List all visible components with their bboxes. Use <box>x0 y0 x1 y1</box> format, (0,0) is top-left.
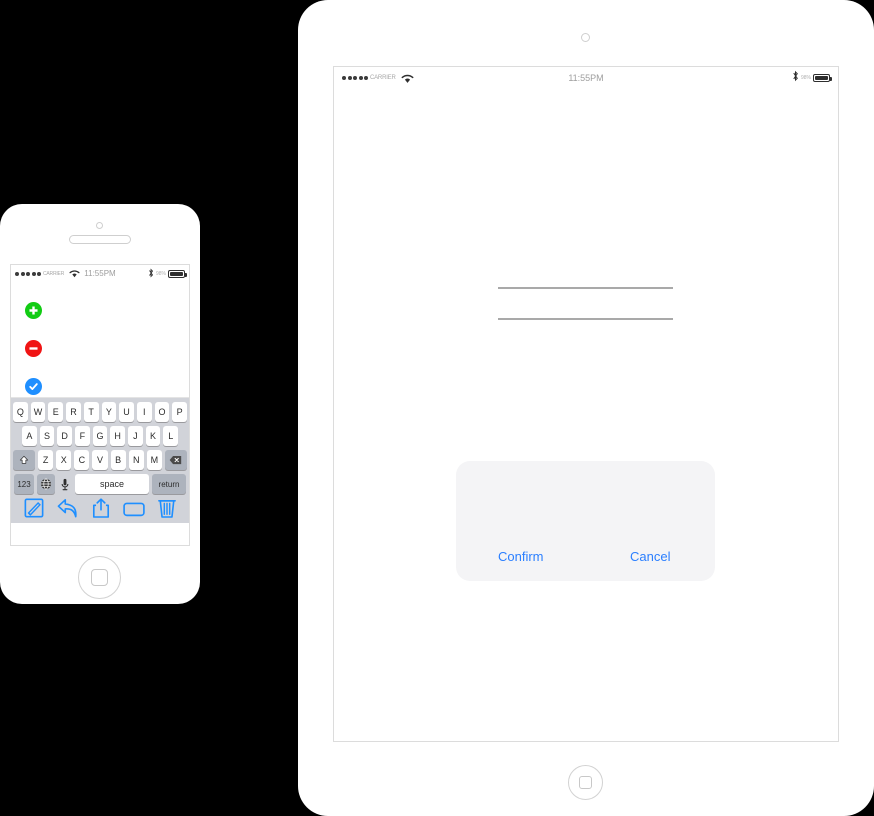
key-t[interactable]: T <box>83 402 99 422</box>
iphone-carrier-label: CARRIER <box>43 270 65 277</box>
ipad-screen: CARRIER 11:55PM 98% Confirm Cancel <box>333 66 839 742</box>
home-button-square-icon <box>91 569 108 586</box>
key-l[interactable]: L <box>163 426 179 446</box>
remove-circle-icon[interactable] <box>25 340 42 357</box>
ipad-home-button[interactable] <box>568 765 603 800</box>
trash-icon[interactable] <box>158 498 177 523</box>
battery-icon <box>813 74 832 82</box>
key-q[interactable]: Q <box>12 402 28 422</box>
key-j[interactable]: J <box>128 426 143 446</box>
ipad-status-right-group: 98% <box>792 69 832 87</box>
key-p[interactable]: P <box>172 402 188 422</box>
share-icon[interactable] <box>92 498 110 523</box>
iphone-bottom-toolbar <box>13 498 187 523</box>
key-m[interactable]: M <box>146 450 162 470</box>
home-button-square-icon <box>579 776 592 789</box>
iphone-signal-strength-icon <box>15 271 41 276</box>
wifi-icon <box>401 73 414 84</box>
key-e[interactable]: E <box>48 402 64 422</box>
key-r[interactable]: R <box>66 402 81 422</box>
confirm-button[interactable]: Confirm <box>456 549 586 564</box>
ipad-content-area: Confirm Cancel <box>334 89 838 741</box>
compose-icon[interactable] <box>24 498 44 523</box>
key-d[interactable]: D <box>57 426 72 446</box>
iphone-content-area <box>11 282 189 398</box>
key-g[interactable]: G <box>92 426 108 446</box>
key-h[interactable]: H <box>110 426 126 446</box>
bluetooth-icon <box>148 265 154 283</box>
add-circle-icon[interactable] <box>25 302 42 319</box>
key-v[interactable]: V <box>92 450 108 470</box>
ipad-carrier-label: CARRIER <box>370 75 396 81</box>
scene-root: CARRIER 11:55PM 98% Q W E R T Y U I O P … <box>0 0 874 816</box>
ipad-front-camera-icon <box>581 33 590 42</box>
battery-icon <box>168 269 187 278</box>
key-i[interactable]: I <box>136 402 152 422</box>
globe-icon[interactable] <box>37 474 55 494</box>
key-w[interactable]: W <box>30 402 46 422</box>
space-key[interactable]: space <box>75 474 149 494</box>
iphone-screen: CARRIER 11:55PM 98% Q W E R T Y U I O P … <box>10 264 190 546</box>
reply-icon[interactable] <box>57 498 79 523</box>
dialog-actions: Confirm Cancel <box>456 549 715 564</box>
key-f[interactable]: F <box>75 426 90 446</box>
text-field-underline-2[interactable] <box>498 318 673 320</box>
ipad-battery-percent: 98% <box>800 75 811 81</box>
key-u[interactable]: U <box>119 402 134 422</box>
key-b[interactable]: B <box>110 450 126 470</box>
key-s[interactable]: S <box>39 426 55 446</box>
confirmation-dialog: Confirm Cancel <box>456 461 715 581</box>
backspace-key-icon[interactable] <box>164 450 187 470</box>
iphone-front-camera-icon <box>96 222 103 229</box>
key-k[interactable]: K <box>145 426 161 446</box>
keyboard-row-2: A S D F G H J K L <box>13 426 187 446</box>
ipad-signal-strength-icon <box>342 76 368 80</box>
bluetooth-icon <box>792 69 799 87</box>
key-c[interactable]: C <box>74 450 90 470</box>
iphone-status-right-group: 98% <box>148 265 187 283</box>
wifi-icon <box>69 269 80 278</box>
key-z[interactable]: Z <box>38 450 54 470</box>
folder-icon[interactable] <box>123 500 145 522</box>
iphone-status-bar: CARRIER 11:55PM 98% <box>11 265 189 282</box>
shift-key-icon[interactable] <box>13 450 35 470</box>
keyboard-row-4: 123 space return <box>13 474 187 494</box>
iphone-keyboard[interactable]: Q W E R T Y U I O P A S D F G H J K L Z … <box>11 398 189 523</box>
key-n[interactable]: N <box>128 450 144 470</box>
return-key[interactable]: return <box>152 474 186 494</box>
iphone-battery-percent: 98% <box>155 270 166 277</box>
key-y[interactable]: Y <box>101 402 117 422</box>
key-a[interactable]: A <box>21 426 37 446</box>
keyboard-row-1: Q W E R T Y U I O P <box>12 402 188 422</box>
text-field-underline-1[interactable] <box>498 287 673 289</box>
iphone-home-button[interactable] <box>78 556 121 599</box>
cancel-button[interactable]: Cancel <box>586 549 716 564</box>
key-x[interactable]: X <box>56 450 72 470</box>
check-circle-icon[interactable] <box>25 378 42 395</box>
microphone-icon[interactable] <box>58 474 72 494</box>
keyboard-row-3: Z X C V B N M <box>13 450 187 470</box>
iphone-earpiece-speaker <box>69 235 131 244</box>
ipad-status-bar: CARRIER 11:55PM 98% <box>334 67 838 89</box>
numbers-key[interactable]: 123 <box>14 474 34 494</box>
key-o[interactable]: O <box>154 402 170 422</box>
